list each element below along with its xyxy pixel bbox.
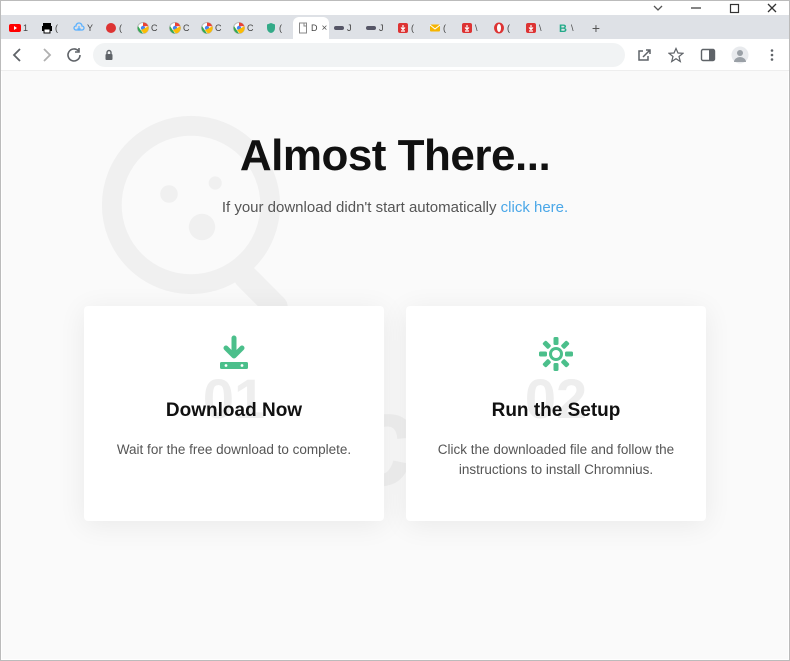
browser-tab[interactable]: C	[229, 17, 261, 39]
chrome-icon	[201, 22, 213, 34]
tab-label: (	[443, 23, 446, 33]
tab-label: C	[183, 23, 190, 33]
page-headline: Almost There...	[2, 131, 788, 181]
menu-dots-icon[interactable]	[763, 46, 781, 64]
page-icon	[297, 22, 309, 34]
card-title: Download Now	[106, 400, 362, 422]
opera-icon	[493, 22, 505, 34]
close-window-button[interactable]	[765, 1, 779, 15]
side-panel-icon[interactable]	[699, 46, 717, 64]
browser-tab[interactable]: J	[361, 17, 393, 39]
share-icon[interactable]	[635, 46, 653, 64]
card-body: Wait for the free download to complete.	[106, 440, 362, 460]
chrome-icon	[137, 22, 149, 34]
browser-tab[interactable]: D×	[293, 17, 329, 39]
card-run-setup: 02	[406, 306, 706, 521]
profile-avatar-icon[interactable]	[731, 46, 749, 64]
card-download-now: 01 Download Now Wait for the free downlo…	[84, 306, 384, 521]
browser-tab[interactable]: C	[133, 17, 165, 39]
browser-toolbar	[1, 39, 789, 71]
maximize-button[interactable]	[727, 1, 741, 15]
mail-icon	[429, 22, 441, 34]
browser-tab[interactable]: C	[197, 17, 229, 39]
tab-label: (	[55, 23, 58, 33]
browser-tab[interactable]: 1	[5, 17, 37, 39]
pill-icon	[365, 22, 377, 34]
browser-tab[interactable]: (	[425, 17, 457, 39]
tab-label: \	[571, 23, 574, 33]
tab-label: C	[247, 23, 254, 33]
dl-red-icon	[525, 22, 537, 34]
browser-tab[interactable]: \	[457, 17, 489, 39]
card-title: Run the Setup	[428, 400, 684, 422]
reload-button[interactable]	[65, 46, 83, 64]
forward-button[interactable]	[37, 46, 55, 64]
tab-label: C	[151, 23, 158, 33]
tab-label: C	[215, 23, 222, 33]
gear-icon	[428, 334, 684, 374]
page-content: Almost There... If your download didn't …	[2, 71, 788, 521]
tab-label: (	[279, 23, 282, 33]
cards-row: 01 Download Now Wait for the free downlo…	[2, 306, 788, 521]
browser-tab[interactable]: \	[521, 17, 553, 39]
page-subline: If your download didn't start automatica…	[2, 199, 788, 216]
printer-icon	[41, 22, 53, 34]
tab-label: (	[411, 23, 414, 33]
new-tab-button[interactable]: +	[585, 17, 607, 39]
red-dot-icon	[105, 22, 117, 34]
browser-tab[interactable]: (	[101, 17, 133, 39]
tab-label: (	[507, 23, 510, 33]
tab-label: \	[539, 23, 542, 33]
subline-text: If your download didn't start automatica…	[222, 199, 501, 216]
browser-tab[interactable]: (	[261, 17, 293, 39]
tab-label: J	[347, 23, 352, 33]
minimize-button[interactable]	[689, 1, 703, 15]
address-bar[interactable]	[93, 43, 625, 67]
click-here-link[interactable]: click here.	[501, 199, 569, 216]
browser-tab[interactable]: J	[329, 17, 361, 39]
tab-label: J	[379, 23, 384, 33]
lock-icon	[103, 49, 115, 61]
chrome-icon	[233, 22, 245, 34]
pill-icon	[333, 22, 345, 34]
back-button[interactable]	[9, 46, 27, 64]
b-green-icon: B	[557, 22, 569, 34]
youtube-icon	[9, 22, 21, 34]
close-tab-icon[interactable]: ×	[322, 23, 328, 34]
chevron-down-icon[interactable]	[651, 1, 665, 15]
tab-label: \	[475, 23, 478, 33]
page-viewport: risk.com Almost There... If your downloa…	[2, 71, 788, 659]
card-body: Click the downloaded file and follow the…	[428, 440, 684, 481]
tab-label: (	[119, 23, 122, 33]
browser-tab[interactable]: C	[165, 17, 197, 39]
dl-red-icon	[461, 22, 473, 34]
bookmark-star-icon[interactable]	[667, 46, 685, 64]
tab-strip: 1(Y(CCCC(D×JJ((\(\B\+	[1, 15, 789, 39]
browser-tab[interactable]: Y	[69, 17, 101, 39]
svg-text:B: B	[559, 23, 567, 34]
tab-label: 1	[23, 23, 28, 33]
browser-tab[interactable]: (	[393, 17, 425, 39]
browser-window: 1(Y(CCCC(D×JJ((\(\B\+	[0, 0, 790, 661]
tab-label: Y	[87, 23, 93, 33]
tab-label: D	[311, 23, 318, 33]
window-titlebar	[1, 1, 789, 15]
dl-red-icon	[397, 22, 409, 34]
browser-tab[interactable]: B\	[553, 17, 585, 39]
cloud-icon	[73, 22, 85, 34]
browser-tab[interactable]: (	[37, 17, 69, 39]
download-icon	[106, 334, 362, 374]
shield-icon	[265, 22, 277, 34]
chrome-icon	[169, 22, 181, 34]
browser-tab[interactable]: (	[489, 17, 521, 39]
